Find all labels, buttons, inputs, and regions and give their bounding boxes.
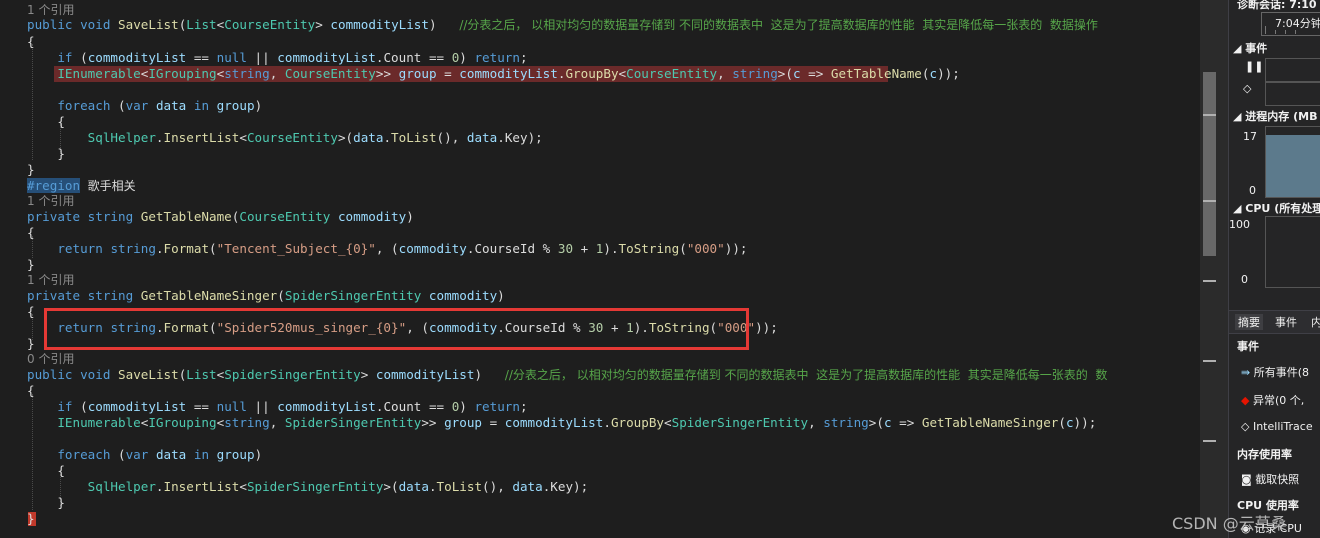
code-line: { (27, 34, 35, 49)
events-section-header[interactable]: ◢ 事件 (1233, 40, 1267, 56)
events-track (1265, 58, 1320, 82)
method-call: GetTableNameSinger (921, 415, 1059, 430)
cpu-graph (1265, 216, 1320, 288)
method-name: SaveList (118, 367, 179, 382)
string-literal: "000" (686, 241, 725, 256)
code-line: } (27, 495, 65, 510)
method-name: GetTableName (140, 209, 232, 224)
code-comment: //分表之后， 以相对均匀的数据量存储到 不同的数据表中 这是为了提高数据库的性… (459, 18, 1098, 32)
all-events-label: 所有事件(8 (1253, 366, 1310, 379)
code-line-region: #region 歌手相关 (27, 178, 136, 193)
cpu-axis-min: 0 (1241, 273, 1248, 286)
tab-events[interactable]: 事件 (1275, 314, 1297, 330)
timeline-label: 7:04分钟 (1275, 17, 1320, 30)
method-name: SaveList (118, 17, 179, 32)
cpu-axis-max: 100 (1229, 218, 1250, 231)
summary-events-header: 事件 (1237, 340, 1259, 353)
number-literal: 0 (451, 50, 460, 65)
camera-icon: ◙ (1241, 473, 1252, 486)
code-comment: //分表之后， 以相对均匀的数据量存储到 不同的数据表中 这是为了提高数据库的性… (504, 368, 1108, 382)
region-name: 歌手相关 (87, 179, 136, 193)
memory-graph (1265, 126, 1320, 198)
method-call: GetTableName (830, 66, 922, 81)
code-line: foreach (var data in group) (57, 98, 263, 113)
scrollbar-marker (1203, 114, 1216, 116)
scrollbar-marker (1203, 440, 1216, 442)
intellitrace-label: IntelliTrace (1252, 420, 1313, 433)
code-line: { (27, 383, 35, 398)
watermark: CSDN @云草桑 (1172, 514, 1287, 533)
events-header-label: 事件 (1245, 42, 1268, 55)
scrollbar-thumb[interactable] (1203, 72, 1216, 256)
code-line: SqlHelper.InsertList<CourseEntity>(data.… (87, 130, 543, 145)
scrollbar-marker (1203, 200, 1216, 202)
tab-summary[interactable]: 摘要 (1235, 314, 1263, 330)
session-label: 诊断会话: 7:10 (1237, 0, 1317, 11)
code-line: } (27, 162, 35, 177)
exceptions-label: 异常(0 个, (1252, 394, 1305, 407)
pause-icon: ❚❚ (1245, 60, 1264, 73)
number-literal: 0 (451, 399, 460, 414)
code-line: { (27, 114, 65, 129)
code-line: if (commodityList == null || commodityLi… (57, 399, 528, 414)
memory-usage-header: 内存使用率 (1237, 448, 1292, 461)
exceptions-item[interactable]: ◆ 异常(0 个, (1241, 392, 1304, 408)
code-line: private string GetTableNameSinger(Spider… (27, 288, 505, 303)
diagnostic-tools-panel: 诊断会话: 7:10 7:04分钟 ◢ 事件 ❚❚ ◇ ◢ 进程内存 (MB 1… (1228, 0, 1320, 538)
string-literal: "Tencent_Subject_{0}" (216, 241, 376, 256)
codelens-references[interactable]: 1 个引用 (27, 193, 74, 209)
code-line: public void SaveList(List<SpiderSingerEn… (27, 367, 1108, 382)
code-editor[interactable]: 1 个引用 public void SaveList(List<CourseEn… (0, 0, 1200, 538)
code-line: { (27, 304, 35, 319)
number-literal: 1 (595, 241, 604, 256)
code-line: IEnumerable<IGrouping<string, SpiderSing… (57, 415, 1097, 430)
memory-section-header[interactable]: ◢ 进程内存 (MB (1233, 108, 1317, 124)
snapshot-button[interactable]: ◙ 截取快照 (1241, 471, 1299, 487)
code-line: } (27, 336, 35, 351)
scrollbar-marker (1203, 280, 1216, 282)
code-line: private string GetTableName(CourseEntity… (27, 209, 414, 224)
diamond-icon: ◇ (1241, 420, 1250, 433)
method-name: GetTableNameSinger (140, 288, 278, 303)
editor-vertical-scrollbar[interactable] (1200, 0, 1228, 538)
cpu-header-label: CPU (所有处理 (1245, 202, 1320, 215)
cpu-section-header[interactable]: ◢ CPU (所有处理 (1233, 200, 1320, 216)
scrollbar-marker (1203, 360, 1216, 362)
code-line: return string.Format("Tencent_Subject_{0… (57, 241, 748, 256)
code-line-error: IEnumerable<IGrouping<string, CourseEnti… (57, 66, 960, 81)
intellitrace-item[interactable]: ◇ IntelliTrace (1241, 420, 1313, 433)
code-line: if (commodityList == null || commodityLi… (57, 50, 528, 65)
code-line: { (27, 225, 35, 240)
memory-axis-min: 0 (1249, 184, 1256, 197)
codelens-references[interactable]: 1 个引用 (27, 2, 74, 18)
code-line: } (27, 511, 35, 526)
diamond-icon: ◇ (1243, 82, 1252, 95)
events-icon: ⇛ (1241, 366, 1251, 379)
tab-memory[interactable]: 内 (1311, 314, 1320, 330)
events-track (1265, 82, 1320, 106)
code-line: public void SaveList(List<CourseEntity> … (27, 17, 1098, 32)
diagnostic-tabs: 摘要 事件 内 (1229, 310, 1320, 334)
memory-graph-fill (1266, 135, 1320, 197)
code-line: } (27, 146, 65, 161)
codelens-references[interactable]: 0 个引用 (27, 351, 74, 367)
code-line: } (27, 257, 35, 272)
memory-axis-max: 17 (1243, 130, 1257, 143)
exception-icon: ◆ (1241, 394, 1250, 407)
memory-header-label: 进程内存 (MB (1245, 110, 1318, 123)
number-literal: 30 (557, 241, 574, 256)
all-events-item[interactable]: ⇛ 所有事件(8 (1241, 364, 1309, 380)
code-line: foreach (var data in group) (57, 447, 263, 462)
snapshot-label: 截取快照 (1255, 473, 1300, 486)
codelens-references[interactable]: 1 个引用 (27, 272, 74, 288)
annotation-highlight-box (44, 308, 749, 350)
code-line: { (27, 463, 65, 478)
code-line: SqlHelper.InsertList<SpiderSingerEntity>… (87, 479, 589, 494)
